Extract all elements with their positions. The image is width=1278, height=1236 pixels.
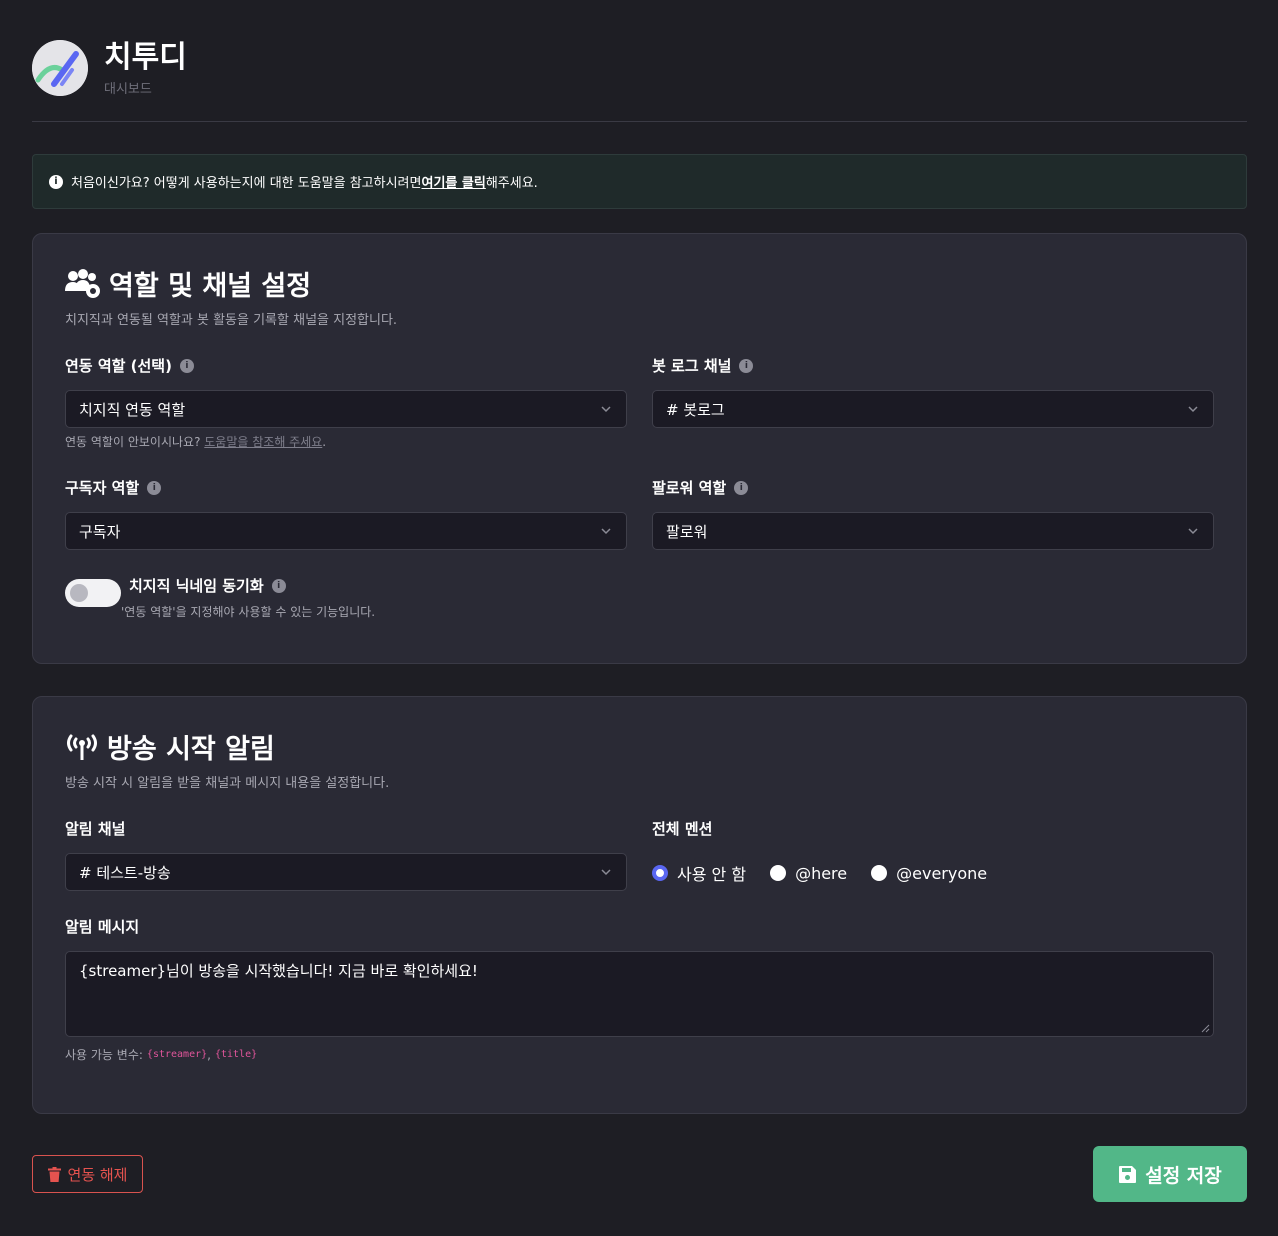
subscriber-role-value: 구독자: [79, 522, 121, 541]
linked-role-value: 치지직 연동 역할: [79, 400, 186, 419]
linked-role-select[interactable]: 치지직 연동 역할: [65, 390, 627, 428]
chevron-down-icon: [601, 528, 611, 535]
subscriber-role-select[interactable]: 구독자: [65, 512, 627, 550]
linked-role-hint: 연동 역할이 안보이시나요? 도움말을 참조해 주세요.: [65, 433, 326, 450]
info-icon: i: [49, 174, 63, 189]
alert-message-label: 알림 메시지: [65, 916, 139, 937]
users-gear-icon: [65, 268, 101, 299]
chevron-down-icon: [601, 869, 611, 876]
save-settings-button[interactable]: 설정 저장: [1093, 1146, 1247, 1202]
available-variables: 사용 가능 변수: {streamer}, {title}: [65, 1046, 257, 1063]
mention-label-text: 전체 멘션: [652, 820, 713, 838]
role-channel-settings-card: 역할 및 채널 설정 치지직과 연동될 역할과 봇 활동을 기록할 채널을 지정…: [32, 233, 1247, 664]
variable-code: {title}: [214, 1049, 258, 1060]
mention-option-here[interactable]: @here: [770, 864, 847, 883]
alert-message-textarea[interactable]: {streamer}님이 방송을 시작했습니다! 지금 바로 확인하세요!: [65, 951, 1214, 1037]
alert-channel-label: 알림 채널: [65, 818, 125, 839]
app-subtitle: 대시보드: [104, 81, 152, 97]
broadcast-section-title: 방송 시작 알림: [65, 727, 275, 766]
nickname-sync-hint: '연동 역할'을 지정해야 사용할 수 있는 기능입니다.: [121, 605, 376, 619]
mention-option-none[interactable]: 사용 안 함: [652, 861, 746, 885]
nickname-sync-label-text: 치지직 닉네임 동기화: [129, 577, 264, 595]
alert-channel-value: # 테스트-방송: [79, 863, 171, 882]
follower-role-label: 팔로워 역할 i: [652, 477, 749, 498]
linked-role-hint-end: .: [322, 435, 327, 449]
logo-icon: [32, 40, 88, 96]
app-logo: [32, 40, 88, 96]
radio-button[interactable]: [871, 865, 888, 881]
subscriber-role-label-text: 구독자 역할: [65, 479, 140, 497]
info-icon[interactable]: i: [734, 480, 749, 495]
bot-log-channel-label: 봇 로그 채널 i: [652, 355, 754, 376]
trash-icon: [47, 1166, 61, 1182]
nickname-sync-label: 치지직 닉네임 동기화 i: [129, 575, 286, 596]
role-section-title-text: 역할 및 채널 설정: [109, 271, 312, 302]
alert-message-label-text: 알림 메시지: [65, 918, 140, 936]
broadcast-alert-card: 방송 시작 알림 방송 시작 시 알림을 받을 채널과 메시지 내용을 설정합니…: [32, 696, 1247, 1114]
chevron-down-icon: [601, 406, 611, 413]
chevron-down-icon: [1188, 406, 1198, 413]
notice-text-before: 처음이신가요? 어떻게 사용하는지에 대한 도움말을 참고하시려면: [71, 176, 422, 191]
linked-role-label-text: 연동 역할 (선택): [65, 357, 172, 375]
bot-log-channel-label-text: 봇 로그 채널: [652, 357, 732, 375]
linked-role-help-link[interactable]: 도움말을 참조해 주세요: [204, 435, 322, 449]
unlink-button[interactable]: 연동 해제: [32, 1155, 143, 1193]
mention-option-everyone[interactable]: @everyone: [871, 864, 987, 883]
broadcast-section-title-text: 방송 시작 알림: [107, 734, 275, 765]
mention-radio-group: 사용 안 함 @here @everyone: [652, 861, 1011, 885]
variable-separator: ,: [207, 1047, 211, 1062]
app-header: 치투디 대시보드: [32, 36, 187, 100]
help-link[interactable]: 여기를 클릭: [421, 172, 485, 191]
alert-channel-select[interactable]: # 테스트-방송: [65, 853, 627, 891]
save-button-label: 설정 저장: [1145, 1164, 1222, 1187]
bot-log-channel-select[interactable]: # 봇로그: [652, 390, 1214, 428]
info-icon[interactable]: i: [271, 578, 286, 593]
header-divider: [32, 121, 1247, 122]
follower-role-select[interactable]: 팔로워: [652, 512, 1214, 550]
alert-message-value: {streamer}님이 방송을 시작했습니다! 지금 바로 확인하세요!: [79, 962, 478, 980]
variable-code: {streamer}: [146, 1049, 208, 1060]
role-section-description: 치지직과 연동될 역할과 봇 활동을 기록할 채널을 지정합니다.: [65, 313, 398, 328]
subscriber-role-label: 구독자 역할 i: [65, 477, 162, 498]
info-icon[interactable]: i: [179, 358, 194, 373]
info-icon[interactable]: i: [739, 358, 754, 373]
broadcast-section-description: 방송 시작 시 알림을 받을 채널과 메시지 내용을 설정합니다.: [65, 776, 390, 791]
help-notice: i 처음이신가요? 어떻게 사용하는지에 대한 도움말을 참고하시려면 여기를 …: [32, 154, 1247, 209]
notice-text-after: 해주세요.: [485, 176, 538, 191]
variables-label: 사용 가능 변수:: [65, 1048, 143, 1062]
toggle-knob: [70, 584, 88, 602]
chevron-down-icon: [1188, 528, 1198, 535]
linked-role-hint-text: 연동 역할이 안보이시나요?: [65, 435, 205, 449]
broadcast-tower-icon: [65, 732, 99, 762]
linked-role-label: 연동 역할 (선택) i: [65, 355, 194, 376]
role-section-title: 역할 및 채널 설정: [65, 264, 311, 303]
mention-option-label: @everyone: [896, 863, 988, 883]
alert-channel-label-text: 알림 채널: [65, 820, 126, 838]
bot-log-channel-value: # 봇로그: [666, 400, 725, 419]
unlink-button-label: 연동 해제: [67, 1165, 128, 1184]
app-title: 치투디: [104, 39, 187, 75]
mention-option-label: 사용 안 함: [677, 865, 747, 884]
nickname-sync-toggle[interactable]: [65, 579, 121, 607]
mention-option-label: @here: [795, 863, 848, 883]
resize-grip-icon[interactable]: [1200, 1023, 1210, 1033]
floppy-disk-icon: [1118, 1165, 1137, 1184]
info-icon[interactable]: i: [147, 480, 162, 495]
radio-button-checked[interactable]: [652, 865, 668, 881]
mention-label: 전체 멘션: [652, 818, 712, 839]
follower-role-value: 팔로워: [666, 522, 708, 541]
follower-role-label-text: 팔로워 역할: [652, 479, 727, 497]
radio-button[interactable]: [770, 865, 787, 881]
